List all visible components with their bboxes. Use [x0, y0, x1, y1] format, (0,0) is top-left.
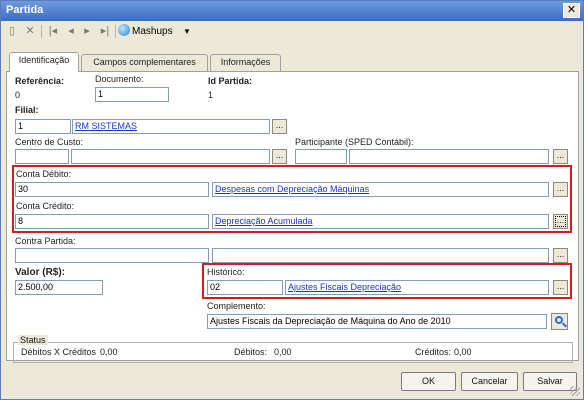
id-partida-label: Id Partida:	[208, 76, 253, 86]
contra-partida-label: Contra Partida:	[15, 236, 76, 246]
documento-field[interactable]: 1	[95, 87, 169, 102]
status-group	[13, 342, 573, 363]
centro-custo-lookup-button[interactable]: ...	[272, 149, 287, 164]
filial-name-field[interactable]: RM SISTEMAS	[72, 119, 270, 134]
prev-record-icon[interactable]: ◂	[64, 24, 78, 38]
toolbar-separator	[115, 25, 116, 38]
cancel-button[interactable]: Cancelar	[461, 372, 518, 391]
participante-lookup-button[interactable]: ...	[553, 149, 568, 164]
toolbar-separator	[41, 25, 42, 38]
debitos-x-creditos-label: Débitos X Créditos	[21, 347, 97, 357]
first-record-icon[interactable]: |◂	[46, 24, 60, 38]
contra-partida-code-field[interactable]	[15, 248, 209, 263]
new-icon[interactable]: ▯	[5, 24, 19, 38]
participante-label: Participante (SPED Contábil):	[295, 137, 414, 147]
centro-custo-code-field[interactable]	[15, 149, 69, 164]
filial-label: Filial:	[15, 105, 39, 115]
window-title: Partida	[6, 4, 44, 16]
tab-identificacao[interactable]: Identificação	[9, 52, 79, 72]
close-button[interactable]: ✕	[563, 3, 580, 18]
valor-label: Valor (R$):	[15, 267, 66, 278]
historico-name-field[interactable]: Ajustes Fiscais Depreciação	[285, 280, 549, 295]
historico-code-field[interactable]: 02	[207, 280, 283, 295]
documento-label: Documento:	[95, 74, 144, 84]
conta-credito-label: Conta Crédito:	[16, 201, 75, 211]
globe-icon	[118, 24, 130, 36]
historico-label: Histórico:	[207, 267, 245, 277]
mashups-button[interactable]: Mashups	[118, 24, 173, 40]
contra-partida-name-field[interactable]	[212, 248, 549, 263]
delete-icon[interactable]: ✕	[23, 24, 37, 38]
debitos-label: Débitos:	[234, 347, 268, 357]
toolbar: ▯ ✕ |◂ ◂ ▸ ▸| Mashups ▼	[1, 21, 583, 43]
participante-code-field[interactable]	[295, 149, 347, 164]
tab-campos-complementares[interactable]: Campos complementares	[81, 54, 208, 71]
conta-debito-name-field[interactable]: Despesas com Depreciação Máquinas	[212, 182, 549, 197]
save-button[interactable]: Salvar	[523, 372, 577, 391]
conta-credito-lookup-button[interactable]: ...	[553, 214, 568, 229]
creditos-value: 0,00	[454, 347, 472, 357]
complemento-search-button[interactable]	[551, 313, 568, 330]
conta-debito-lookup-button[interactable]: ...	[553, 182, 568, 197]
ok-button[interactable]: OK	[401, 372, 456, 391]
status-title: Status	[18, 335, 48, 345]
complemento-label: Complemento:	[207, 301, 266, 311]
title-bar: Partida ✕	[1, 1, 583, 21]
debitos-x-creditos-value: 0,00	[100, 347, 118, 357]
conta-credito-code-field[interactable]: 8	[15, 214, 209, 229]
next-record-icon[interactable]: ▸	[80, 24, 94, 38]
centro-custo-label: Centro de Custo:	[15, 137, 84, 147]
partida-window: Partida ✕ ▯ ✕ |◂ ◂ ▸ ▸| Mashups ▼ Identi…	[0, 0, 584, 400]
last-record-icon[interactable]: ▸|	[98, 24, 112, 38]
conta-credito-name-field[interactable]: Depreciação Acumulada	[212, 214, 549, 229]
resize-grip[interactable]	[570, 386, 580, 396]
conta-debito-code-field[interactable]: 30	[15, 182, 209, 197]
filial-lookup-button[interactable]: ...	[272, 119, 287, 134]
centro-custo-name-field[interactable]	[71, 149, 270, 164]
id-partida-value: 1	[208, 90, 214, 100]
tab-informacoes[interactable]: Informações	[210, 54, 281, 71]
chevron-down-icon[interactable]: ▼	[183, 24, 191, 40]
valor-field[interactable]: 2.500,00	[15, 280, 103, 295]
search-icon-handle	[562, 322, 567, 328]
filial-code-field[interactable]: 1	[15, 119, 71, 134]
conta-debito-label: Conta Débito:	[16, 169, 72, 179]
referencia-value: 0	[15, 90, 21, 100]
referencia-label: Referência:	[15, 76, 65, 86]
historico-lookup-button[interactable]: ...	[553, 280, 568, 295]
debitos-value: 0,00	[274, 347, 292, 357]
mashups-label: Mashups	[132, 26, 173, 37]
creditos-label: Créditos:	[415, 347, 452, 357]
contra-partida-lookup-button[interactable]: ...	[553, 248, 568, 263]
complemento-field[interactable]: Ajustes Fiscais da Depreciação de Máquin…	[207, 314, 547, 329]
participante-name-field[interactable]	[349, 149, 549, 164]
